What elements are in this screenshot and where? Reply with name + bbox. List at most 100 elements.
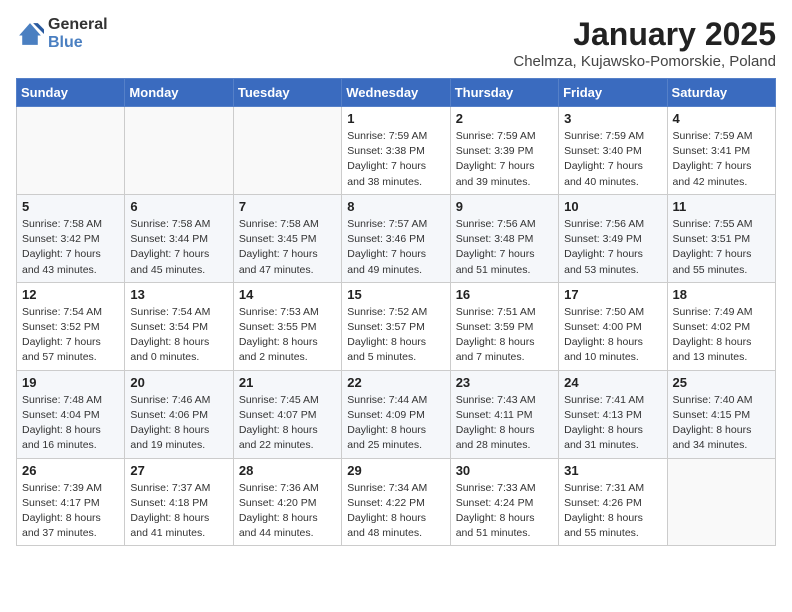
day-number: 14 (239, 287, 336, 302)
day-number: 12 (22, 287, 119, 302)
day-number: 25 (673, 375, 770, 390)
day-info: Sunrise: 7:44 AM Sunset: 4:09 PM Dayligh… (347, 393, 444, 454)
day-number: 7 (239, 199, 336, 214)
calendar-cell: 23Sunrise: 7:43 AM Sunset: 4:11 PM Dayli… (450, 370, 558, 458)
day-info: Sunrise: 7:59 AM Sunset: 3:39 PM Dayligh… (456, 129, 553, 190)
day-info: Sunrise: 7:55 AM Sunset: 3:51 PM Dayligh… (673, 217, 770, 278)
logo: General Blue (16, 16, 108, 51)
calendar-cell: 12 Sunrise: 7:54 AM Sunset: 3:52 PM Dayli… (17, 282, 125, 370)
day-info: Sunrise: 7:53 AM Sunset: 3:55 PM Dayligh… (239, 305, 336, 366)
day-number: 4 (673, 111, 770, 126)
day-info: Sunrise: 7:58 AM Sunset: 3:42 PM Dayligh… (22, 217, 119, 278)
day-number: 30 (456, 463, 553, 478)
day-info: Sunrise: 7:59 AM Sunset: 3:41 PM Dayligh… (673, 129, 770, 190)
calendar-cell: 28 Sunrise: 7:36 AM Sunset: 4:20 PM Dayli… (233, 458, 341, 546)
day-info: Sunrise: 7:46 AM Sunset: 4:06 PM Dayligh… (130, 393, 227, 454)
day-info: Sunrise: 7:58 AM Sunset: 3:44 PM Dayligh… (130, 217, 227, 278)
calendar-cell: 30 Sunrise: 7:33 AM Sunset: 4:24 PM Dayli… (450, 458, 558, 546)
calendar-cell: 6 Sunrise: 7:58 AM Sunset: 3:44 PM Daylig… (125, 194, 233, 282)
logo-blue: Blue (48, 34, 108, 52)
calendar-cell: 20Sunrise: 7:46 AM Sunset: 4:06 PM Dayli… (125, 370, 233, 458)
day-info: Sunrise: 7:48 AM Sunset: 4:04 PM Dayligh… (22, 393, 119, 454)
logo-general: General (48, 16, 108, 34)
day-number: 15 (347, 287, 444, 302)
calendar-cell (233, 107, 341, 195)
calendar-week-row: 12 Sunrise: 7:54 AM Sunset: 3:52 PM Dayli… (17, 282, 776, 370)
day-number: 16 (456, 287, 553, 302)
day-info: Sunrise: 7:40 AM Sunset: 4:15 PM Dayligh… (673, 393, 770, 454)
calendar-cell (17, 107, 125, 195)
calendar-week-row: 19 Sunrise: 7:48 AM Sunset: 4:04 PM Dayli… (17, 370, 776, 458)
day-number: 17 (564, 287, 661, 302)
page-header: General Blue January 2025 Chelmza, Kujaw… (16, 16, 776, 70)
col-header-sunday: Sunday (17, 79, 125, 107)
calendar-cell: 21 Sunrise: 7:45 AM Sunset: 4:07 PM Dayli… (233, 370, 341, 458)
day-info: Sunrise: 7:50 AM Sunset: 4:00 PM Dayligh… (564, 305, 661, 366)
day-info: Sunrise: 7:54 AM Sunset: 3:52 PM Dayligh… (22, 305, 119, 366)
calendar-cell: 15 Sunrise: 7:52 AM Sunset: 3:57 PM Dayli… (342, 282, 450, 370)
day-number: 9 (456, 199, 553, 214)
day-number: 18 (673, 287, 770, 302)
day-info: Sunrise: 7:51 AM Sunset: 3:59 PM Dayligh… (456, 305, 553, 366)
calendar-cell: 13 Sunrise: 7:54 AM Sunset: 3:54 PM Dayli… (125, 282, 233, 370)
day-number: 29 (347, 463, 444, 478)
day-info: Sunrise: 7:59 AM Sunset: 3:40 PM Dayligh… (564, 129, 661, 190)
calendar-cell: 11 Sunrise: 7:55 AM Sunset: 3:51 PM Dayli… (667, 194, 775, 282)
col-header-friday: Friday (559, 79, 667, 107)
calendar-cell: 5Sunrise: 7:58 AM Sunset: 3:42 PM Daylig… (17, 194, 125, 282)
calendar-cell: 9 Sunrise: 7:56 AM Sunset: 3:48 PM Daylig… (450, 194, 558, 282)
day-number: 26 (22, 463, 119, 478)
calendar-header-row: SundayMondayTuesdayWednesdayThursdayFrid… (17, 79, 776, 107)
day-info: Sunrise: 7:33 AM Sunset: 4:24 PM Dayligh… (456, 481, 553, 542)
day-number: 19 (22, 375, 119, 390)
logo-icon (16, 20, 44, 48)
col-header-monday: Monday (125, 79, 233, 107)
calendar-cell: 24 Sunrise: 7:41 AM Sunset: 4:13 PM Dayli… (559, 370, 667, 458)
title-block: January 2025 Chelmza, Kujawsko-Pomorskie… (513, 16, 776, 70)
calendar-week-row: 5Sunrise: 7:58 AM Sunset: 3:42 PM Daylig… (17, 194, 776, 282)
day-number: 2 (456, 111, 553, 126)
calendar-cell: 19 Sunrise: 7:48 AM Sunset: 4:04 PM Dayli… (17, 370, 125, 458)
day-number: 11 (673, 199, 770, 214)
day-info: Sunrise: 7:56 AM Sunset: 3:48 PM Dayligh… (456, 217, 553, 278)
calendar-cell (667, 458, 775, 546)
day-number: 21 (239, 375, 336, 390)
day-number: 28 (239, 463, 336, 478)
day-info: Sunrise: 7:59 AM Sunset: 3:38 PM Dayligh… (347, 129, 444, 190)
calendar-cell: 22Sunrise: 7:44 AM Sunset: 4:09 PM Dayli… (342, 370, 450, 458)
calendar-cell (125, 107, 233, 195)
col-header-saturday: Saturday (667, 79, 775, 107)
calendar-cell: 4 Sunrise: 7:59 AM Sunset: 3:41 PM Daylig… (667, 107, 775, 195)
day-info: Sunrise: 7:45 AM Sunset: 4:07 PM Dayligh… (239, 393, 336, 454)
day-info: Sunrise: 7:56 AM Sunset: 3:49 PM Dayligh… (564, 217, 661, 278)
calendar-cell: 3 Sunrise: 7:59 AM Sunset: 3:40 PM Daylig… (559, 107, 667, 195)
day-number: 13 (130, 287, 227, 302)
location-subtitle: Chelmza, Kujawsko-Pomorskie, Poland (513, 53, 776, 70)
day-info: Sunrise: 7:54 AM Sunset: 3:54 PM Dayligh… (130, 305, 227, 366)
col-header-tuesday: Tuesday (233, 79, 341, 107)
day-number: 3 (564, 111, 661, 126)
day-info: Sunrise: 7:52 AM Sunset: 3:57 PM Dayligh… (347, 305, 444, 366)
day-info: Sunrise: 7:57 AM Sunset: 3:46 PM Dayligh… (347, 217, 444, 278)
day-info: Sunrise: 7:36 AM Sunset: 4:20 PM Dayligh… (239, 481, 336, 542)
day-info: Sunrise: 7:31 AM Sunset: 4:26 PM Dayligh… (564, 481, 661, 542)
day-info: Sunrise: 7:37 AM Sunset: 4:18 PM Dayligh… (130, 481, 227, 542)
calendar-cell: 2 Sunrise: 7:59 AM Sunset: 3:39 PM Daylig… (450, 107, 558, 195)
calendar-cell: 18 Sunrise: 7:49 AM Sunset: 4:02 PM Dayli… (667, 282, 775, 370)
day-number: 6 (130, 199, 227, 214)
calendar-cell: 31 Sunrise: 7:31 AM Sunset: 4:26 PM Dayli… (559, 458, 667, 546)
col-header-wednesday: Wednesday (342, 79, 450, 107)
day-info: Sunrise: 7:49 AM Sunset: 4:02 PM Dayligh… (673, 305, 770, 366)
calendar-week-row: 1Sunrise: 7:59 AM Sunset: 3:38 PM Daylig… (17, 107, 776, 195)
day-number: 24 (564, 375, 661, 390)
calendar-cell: 17 Sunrise: 7:50 AM Sunset: 4:00 PM Dayli… (559, 282, 667, 370)
calendar-cell: 27Sunrise: 7:37 AM Sunset: 4:18 PM Dayli… (125, 458, 233, 546)
calendar-cell: 8 Sunrise: 7:57 AM Sunset: 3:46 PM Daylig… (342, 194, 450, 282)
day-info: Sunrise: 7:41 AM Sunset: 4:13 PM Dayligh… (564, 393, 661, 454)
calendar-cell: 10Sunrise: 7:56 AM Sunset: 3:49 PM Dayli… (559, 194, 667, 282)
day-number: 8 (347, 199, 444, 214)
calendar-week-row: 26Sunrise: 7:39 AM Sunset: 4:17 PM Dayli… (17, 458, 776, 546)
calendar-cell: 7Sunrise: 7:58 AM Sunset: 3:45 PM Daylig… (233, 194, 341, 282)
day-info: Sunrise: 7:34 AM Sunset: 4:22 PM Dayligh… (347, 481, 444, 542)
day-number: 31 (564, 463, 661, 478)
